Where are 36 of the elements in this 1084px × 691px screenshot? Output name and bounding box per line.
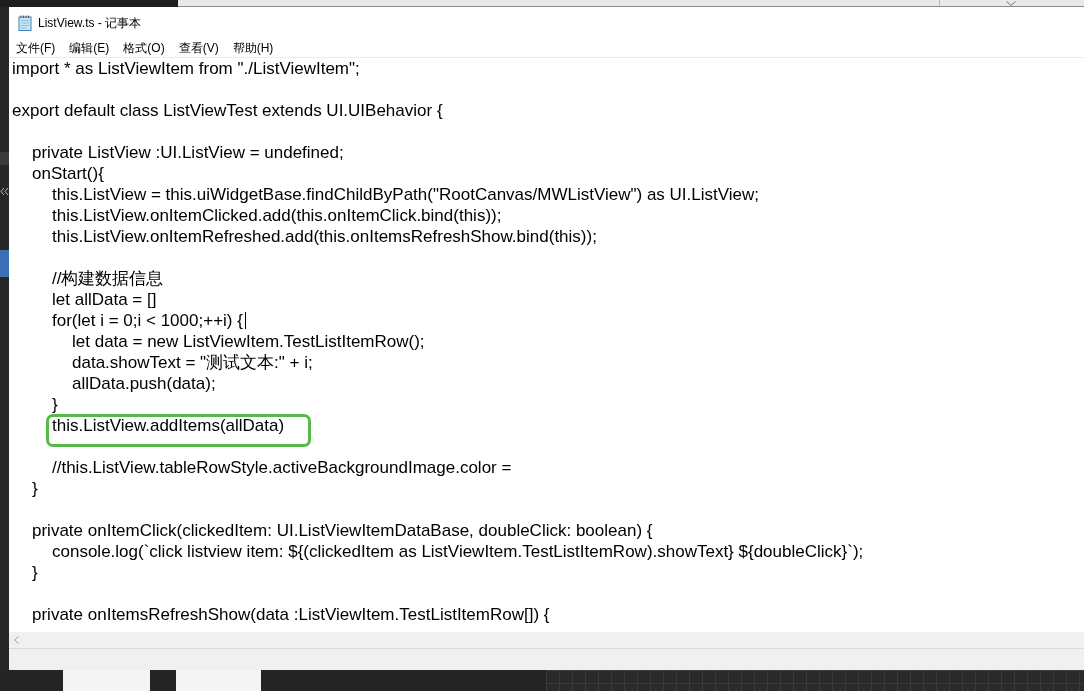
code-line: this.ListView.onItemClicked.add(this.onItemClick.bind(this)); <box>52 207 502 224</box>
code-line: this.ListView.onItemRefreshed.add(this.onItemsRefreshShow.bind(this)); <box>52 228 597 245</box>
code-line: onStart(){ <box>32 165 104 182</box>
code-line: private ListView :UI.ListView = undefined; <box>32 144 344 161</box>
menu-item[interactable]: 文件(F) <box>9 38 63 57</box>
preview-tile[interactable] <box>176 670 261 691</box>
menu-item[interactable]: 帮助(H) <box>225 38 281 57</box>
code-line: //构建数据信息 <box>52 270 164 287</box>
horizontal-scrollbar[interactable] <box>9 632 1084 648</box>
code-line: } <box>32 480 38 497</box>
code-line: console.log(`click listview item: ${(clickedItem as ListViewItem.TestListItemRow).showText} ${doubleClick}`); <box>52 543 864 560</box>
menu-item[interactable]: 编辑(E) <box>62 38 117 57</box>
code-line: for(let i = 0;i < 1000;++i) { <box>52 312 243 329</box>
chevron-left-icon[interactable] <box>14 636 19 644</box>
code-line: let data = new ListViewItem.TestListItemRow(); <box>72 333 425 350</box>
chevron-down-icon <box>1006 0 1016 6</box>
code-line: private onItemClick(clickedItem: UI.ListViewItemDataBase, doubleClick: boolean) { <box>32 522 653 539</box>
code-line: allData.push(data); <box>72 375 216 392</box>
code-line: private onItemsRefreshShow(data :ListViewItem.TestListItemRow[]) { <box>32 606 550 623</box>
code-line: } <box>52 396 58 413</box>
selected-sidebar-item[interactable] <box>0 250 9 277</box>
code-line: let allData = [] <box>52 291 157 308</box>
notepad-icon <box>18 14 32 31</box>
menu-item[interactable]: 查看(V) <box>171 38 226 57</box>
code-line: this.ListView.addItems(allData) <box>52 417 285 434</box>
code-line: } <box>32 564 38 581</box>
code-line: this.ListView = this.uiWidgetBase.findChildByPath("RootCanvas/MWListView") as UI.ListView; <box>52 186 759 203</box>
sidebar-field <box>0 152 9 165</box>
code-line: //this.ListView.tableRowStyle.activeBackgroundImage.color = <box>52 459 512 476</box>
double-chevron-left-icon <box>0 187 8 196</box>
window-title: ListView.ts - 记事本 <box>38 14 142 32</box>
preview-tile[interactable] <box>63 670 150 691</box>
code-line: import * as ListViewItem from "./ListViewItem"; <box>12 60 360 77</box>
code-line: data.showText = "测试文本:" + i; <box>72 354 313 371</box>
code-line: export default class ListViewTest extends UI.UIBehavior { <box>12 102 443 119</box>
menu-item[interactable]: 格式(O) <box>116 38 172 57</box>
